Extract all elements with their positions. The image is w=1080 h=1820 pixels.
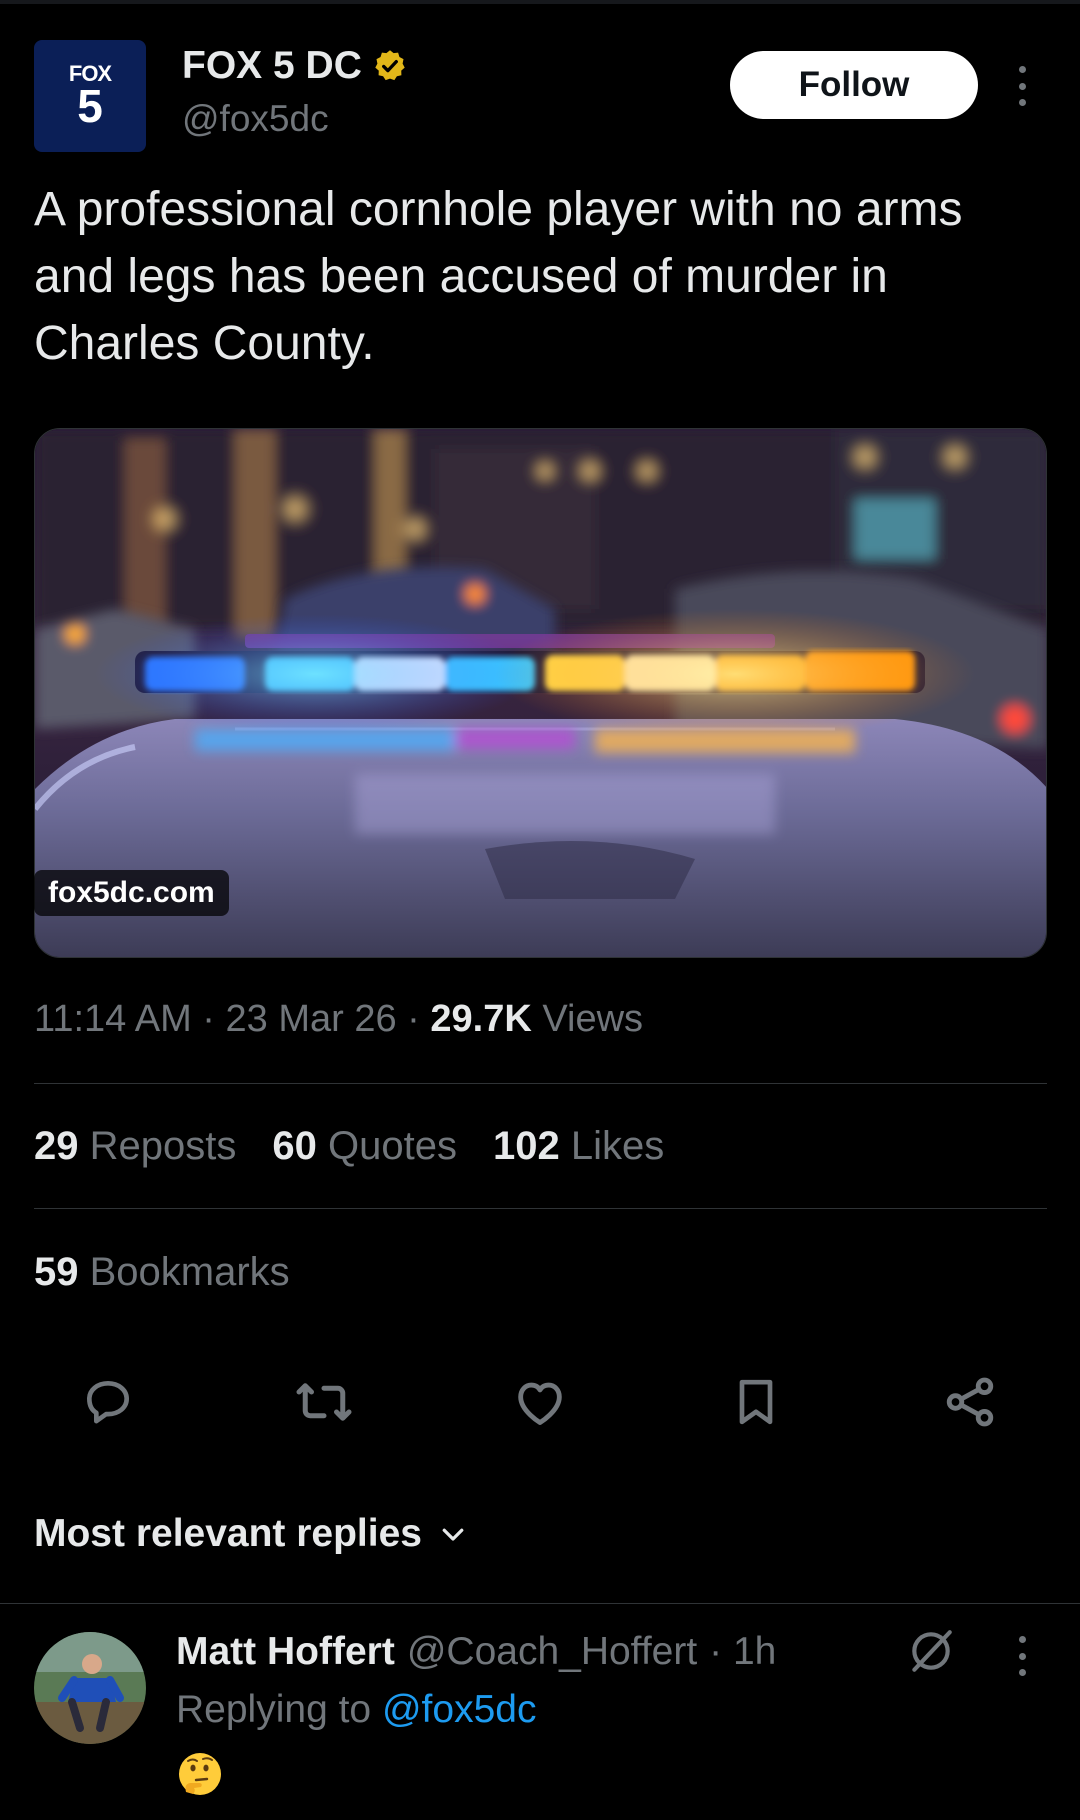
- divider: [34, 1083, 1047, 1084]
- post-metadata: 11:14 AM · 23 Mar 26 · 29.7K Views: [34, 998, 644, 1040]
- replying-to-line: Replying to @fox5dc: [176, 1688, 537, 1731]
- chevron-down-icon: [442, 1528, 464, 1541]
- post-date: 23 Mar 26: [225, 998, 397, 1040]
- views-label: Views: [542, 998, 644, 1040]
- author-handle[interactable]: @fox5dc: [182, 98, 329, 140]
- reposts-stat[interactable]: 29 Reposts: [34, 1124, 236, 1169]
- avatar-logo-bottom: 5: [77, 80, 103, 132]
- bookmarks-stat[interactable]: 59 Bookmarks: [34, 1250, 290, 1295]
- quotes-stat[interactable]: 60 Quotes: [272, 1124, 457, 1169]
- views-count[interactable]: 29.7K: [430, 998, 531, 1040]
- verified-badge-icon: [375, 50, 405, 81]
- reply-author-handle[interactable]: @Coach_Hoffert: [407, 1630, 697, 1674]
- share-icon[interactable]: [938, 1370, 1002, 1434]
- author-name-row[interactable]: FOX 5 DC: [182, 44, 408, 88]
- replying-to-link[interactable]: @fox5dc: [382, 1688, 537, 1731]
- top-divider: [0, 0, 1080, 4]
- engagement-stats: 29 Reposts 60 Quotes 102 Likes: [34, 1124, 664, 1169]
- follow-button[interactable]: Follow: [730, 51, 978, 119]
- divider: [34, 1208, 1047, 1209]
- reply-icon[interactable]: [76, 1370, 140, 1434]
- replies-sort-label: Most relevant replies: [34, 1512, 422, 1555]
- thinking-face-icon: [179, 1753, 221, 1795]
- replies-sort-dropdown[interactable]: Most relevant replies: [34, 1512, 468, 1556]
- reply-author-row[interactable]: Matt Hoffert @Coach_Hoffert · 1h: [176, 1630, 776, 1674]
- post-text: A professional cornhole player with no a…: [34, 183, 963, 370]
- grok-icon[interactable]: [906, 1626, 956, 1676]
- media-domain-badge: fox5dc.com: [34, 870, 229, 916]
- likes-stat[interactable]: 102 Likes: [493, 1124, 664, 1169]
- divider: [0, 1603, 1080, 1604]
- more-options-icon[interactable]: [1012, 66, 1032, 106]
- author-avatar[interactable]: FOX 5: [34, 40, 146, 152]
- bookmark-icon[interactable]: [724, 1370, 788, 1434]
- reply-time: · 1h: [709, 1630, 777, 1673]
- like-icon[interactable]: [508, 1370, 572, 1434]
- reply-author-name[interactable]: Matt Hoffert: [176, 1630, 395, 1674]
- avatar[interactable]: [34, 1632, 146, 1744]
- repost-icon[interactable]: [292, 1370, 356, 1434]
- author-name[interactable]: FOX 5 DC: [182, 44, 362, 88]
- reply-more-options-icon[interactable]: [1012, 1636, 1032, 1676]
- action-bar: [0, 1370, 1080, 1434]
- post-time: 11:14 AM: [34, 998, 192, 1040]
